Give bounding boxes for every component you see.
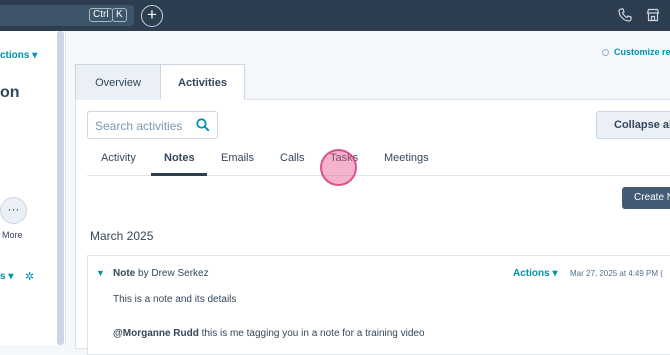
note-type: Note [113, 268, 136, 279]
subtab-activity[interactable]: Activity [101, 152, 136, 164]
user-mention[interactable]: @Morganne Rudd [113, 328, 199, 339]
note-actions-menu[interactable]: Actions ▾ [513, 268, 557, 279]
customize-record-link[interactable]: Customize re [602, 47, 670, 57]
sidebar-section-label: s [0, 271, 6, 282]
search-activities-input[interactable]: Search activities [87, 111, 218, 139]
global-search-input[interactable]: Ctrl K [0, 5, 134, 26]
note-mention-text: this is me tagging you in a note for a t… [198, 328, 425, 339]
chevron-down-icon: ▾ [552, 268, 558, 279]
note-title: Note by Drew Serkez [113, 268, 209, 279]
shortcut-k-key: K [112, 8, 127, 22]
phone-icon[interactable] [618, 8, 632, 22]
note-actions-label: Actions [513, 268, 550, 279]
note-author: by Drew Serkez [138, 268, 209, 279]
more-label: More [2, 230, 23, 240]
gear-icon[interactable]: ✲ [25, 270, 34, 283]
search-activities-placeholder: Search activities [95, 119, 183, 133]
actions-menu-label: ctions [0, 50, 30, 61]
sidebar-scrollbar[interactable] [57, 31, 64, 345]
create-note-button[interactable]: Create N [622, 187, 670, 209]
note-timestamp: Mar 27, 2025 at 4:49 PM ( [570, 269, 663, 278]
shortcut-ctrl-key: Ctrl [89, 8, 113, 22]
month-heading: March 2025 [90, 229, 154, 243]
chevron-down-icon: ▾ [8, 271, 14, 282]
chevron-down-icon: ▾ [32, 50, 38, 61]
subtab-calls[interactable]: Calls [280, 152, 304, 164]
sidebar-section-menu[interactable]: s ▾ [0, 271, 13, 282]
collapse-all-button[interactable]: Collapse all [596, 111, 670, 139]
more-button[interactable]: ··· [0, 197, 27, 224]
note-mention-line: @Morganne Rudd this is me tagging you in… [113, 328, 425, 339]
top-navigation-bar: Ctrl K + [0, 0, 670, 31]
customize-record-label: Customize re [614, 47, 670, 57]
subtab-notes[interactable]: Notes [164, 152, 195, 164]
record-title: on [0, 84, 20, 101]
marketplace-icon[interactable] [646, 8, 660, 22]
subtab-emails[interactable]: Emails [221, 152, 254, 164]
note-body: This is a note and its details [113, 294, 237, 305]
subtab-meetings[interactable]: Meetings [384, 152, 429, 164]
search-icon [196, 118, 210, 132]
chevron-down-icon[interactable]: ▼ [96, 268, 105, 278]
actions-menu[interactable]: ctions ▾ [0, 50, 37, 61]
click-highlight-marker [320, 149, 357, 186]
tab-activities[interactable]: Activities [160, 64, 245, 100]
add-button[interactable]: + [141, 5, 163, 27]
active-subtab-indicator [151, 173, 207, 176]
tab-overview[interactable]: Overview [75, 64, 161, 100]
